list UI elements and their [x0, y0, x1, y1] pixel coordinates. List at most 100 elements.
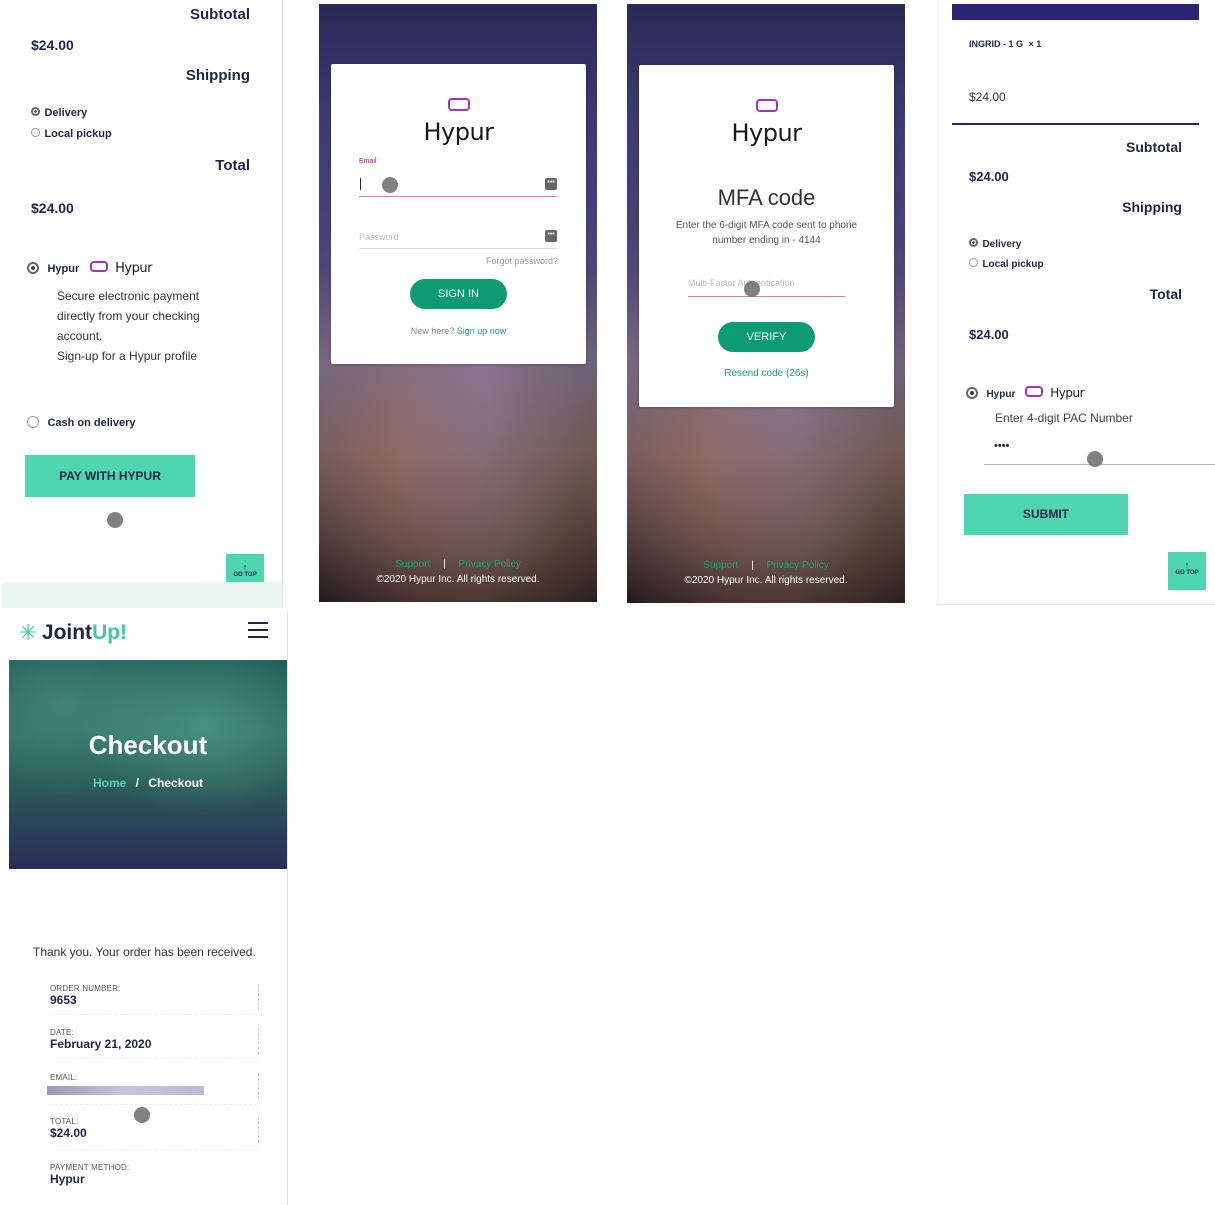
shipping-option-delivery[interactable]: Delivery [31, 103, 87, 121]
radio-delivery[interactable] [31, 107, 40, 117]
hypur-desc-line-1: Secure electronic payment [57, 289, 200, 303]
password-manager-icon[interactable]: ••• [545, 178, 557, 190]
footer-links: Support | Privacy Policy [627, 560, 905, 571]
sign-up-link[interactable]: Sign up now [457, 326, 507, 336]
subtotal-value: $24.00 [969, 169, 1009, 184]
breadcrumb: Home / Checkout [9, 776, 287, 790]
go-top-button[interactable]: ↑ GO TOP [1168, 552, 1206, 590]
hypur-link-icon [755, 99, 778, 112]
checkout-panel-pac: INGRID - 1 G × 1 $24.00 Subtotal $24.00 … [937, 0, 1215, 605]
shipping-label: Shipping [185, 67, 250, 84]
pac-value: •••• [994, 440, 1010, 452]
shipping-option-delivery[interactable]: Delivery [969, 234, 1021, 252]
mfa-card: Hypur MFA code Enter the 6-digit MFA cod… [639, 65, 894, 407]
cursor-indicator [107, 512, 123, 528]
divider [50, 1014, 257, 1015]
resend-code-link[interactable]: Resend code (26s) [639, 368, 894, 379]
forgot-password-link[interactable]: Forgot password? [486, 256, 558, 266]
cursor-indicator [744, 281, 760, 297]
hypur-logo: Hypur [331, 98, 586, 146]
total-label: TOTAL: [50, 1117, 79, 1126]
subtotal-label: Subtotal [190, 6, 250, 23]
thank-you-message: Thank you. Your order has been received. [33, 945, 256, 959]
subtotal-value: $24.00 [31, 37, 74, 53]
mfa-desc-line-2: number ending in - 4144 [712, 235, 821, 246]
hypur-logo: Hypur [639, 99, 894, 147]
hypur-link-icon [89, 261, 108, 272]
hypur-brand-text: Hypur [115, 261, 152, 276]
top-bar [952, 4, 1199, 20]
radio-cash-on-delivery[interactable] [27, 415, 39, 428]
password-input[interactable]: Password ••• [359, 224, 557, 249]
logo-joint-text: Joint [41, 621, 93, 644]
item-quantity: × 1 [1028, 39, 1042, 49]
total-label: Total [215, 157, 250, 174]
email-label: Email [359, 158, 377, 165]
signup-prompt: New here? Sign up now [331, 326, 586, 336]
radio-hypur[interactable] [966, 386, 978, 399]
cursor-indicator [382, 177, 398, 193]
go-top-label: GO TOP [233, 572, 257, 578]
radio-hypur[interactable] [27, 261, 39, 274]
payment-method-label: PAYMENT METHOD: [50, 1163, 130, 1172]
order-number-block: ORDER NUMBER: 9653 [50, 984, 121, 1007]
breadcrumb-home[interactable]: Home [93, 776, 126, 790]
hero-banner: Checkout Home / Checkout [9, 660, 287, 869]
copyright: ©2020 Hypur Inc. All rights reserved. [376, 574, 540, 585]
sign-in-button[interactable]: SIGN IN [410, 279, 507, 309]
total-value: $24.00 [969, 327, 1009, 342]
radio-delivery[interactable] [969, 238, 978, 248]
cod-label: Cash on delivery [47, 417, 136, 429]
hypur-logo-text: Hypur [731, 119, 802, 147]
date-value: February 21, 2020 [50, 1037, 152, 1051]
hypur-description: Secure electronic payment directly from … [57, 286, 200, 366]
submit-button[interactable]: SUBMIT [964, 494, 1128, 535]
divider [258, 1117, 259, 1143]
date-block: DATE: February 21, 2020 [50, 1028, 151, 1051]
order-received-panel: ✳ JointUp! Checkout Home / Checkout Than… [9, 610, 288, 1205]
total-block: TOTAL: $24.00 [50, 1117, 87, 1140]
hypur-desc-line-2: directly from your checking [57, 309, 200, 323]
site-header: ✳ JointUp! [9, 610, 287, 660]
pay-with-hypur-button[interactable]: PAY WITH HYPUR [25, 455, 195, 497]
hypur-logo-text: Hypur [423, 118, 494, 146]
total-value: $24.00 [50, 1126, 87, 1140]
hero-title: Checkout [88, 730, 208, 760]
shipping-option-pickup[interactable]: Local pickup [969, 254, 1044, 272]
shipping-option-pickup[interactable]: Local pickup [31, 124, 112, 142]
payment-option-cod[interactable]: Cash on delivery [27, 413, 136, 431]
payment-option-hypur[interactable]: Hypur Hypur [966, 384, 1085, 402]
local-pickup-label: Local pickup [44, 128, 112, 140]
order-number-value: 9653 [50, 993, 77, 1007]
delivery-label: Delivery [44, 107, 88, 119]
support-link[interactable]: Support [395, 559, 430, 570]
order-number-label: ORDER NUMBER: [50, 984, 121, 993]
privacy-policy-link[interactable]: Privacy Policy [458, 559, 520, 570]
privacy-policy-link[interactable]: Privacy Policy [766, 560, 828, 571]
order-item: INGRID - 1 G × 1 [969, 39, 1041, 49]
mfa-code-input[interactable]: Multi-Factor Authentication [688, 276, 845, 297]
jointup-logo[interactable]: ✳ JointUp! [19, 620, 127, 646]
password-manager-icon[interactable]: ••• [545, 230, 557, 242]
arrow-up-icon: ↑ [242, 562, 248, 572]
item-name: INGRID - 1 G [969, 39, 1024, 49]
total-label: Total [1149, 286, 1182, 302]
radio-local-pickup[interactable] [969, 258, 978, 268]
date-label: DATE: [50, 1028, 74, 1037]
hypur-link-icon [447, 98, 470, 111]
hamburger-menu-icon[interactable] [248, 622, 268, 638]
cannabis-leaf-icon: ✳ [19, 620, 38, 645]
support-link[interactable]: Support [703, 560, 738, 571]
payment-option-hypur[interactable]: Hypur Hypur [27, 259, 152, 277]
email-block: EMAIL: [50, 1073, 77, 1082]
divider [50, 1149, 257, 1150]
hypur-desc-line-3: account. [57, 329, 103, 343]
email-label: EMAIL: [50, 1073, 78, 1082]
verify-button[interactable]: VERIFY [718, 322, 815, 352]
hypur-brand-text: Hypur [1050, 386, 1085, 400]
payment-method-block: PAYMENT METHOD: Hypur [50, 1163, 129, 1186]
radio-local-pickup[interactable] [31, 128, 40, 138]
cursor-indicator [1087, 451, 1103, 467]
hypur-signup-text: Sign-up for a Hypur profile [57, 349, 198, 363]
pac-label: Enter 4-digit PAC Number [995, 411, 1133, 425]
